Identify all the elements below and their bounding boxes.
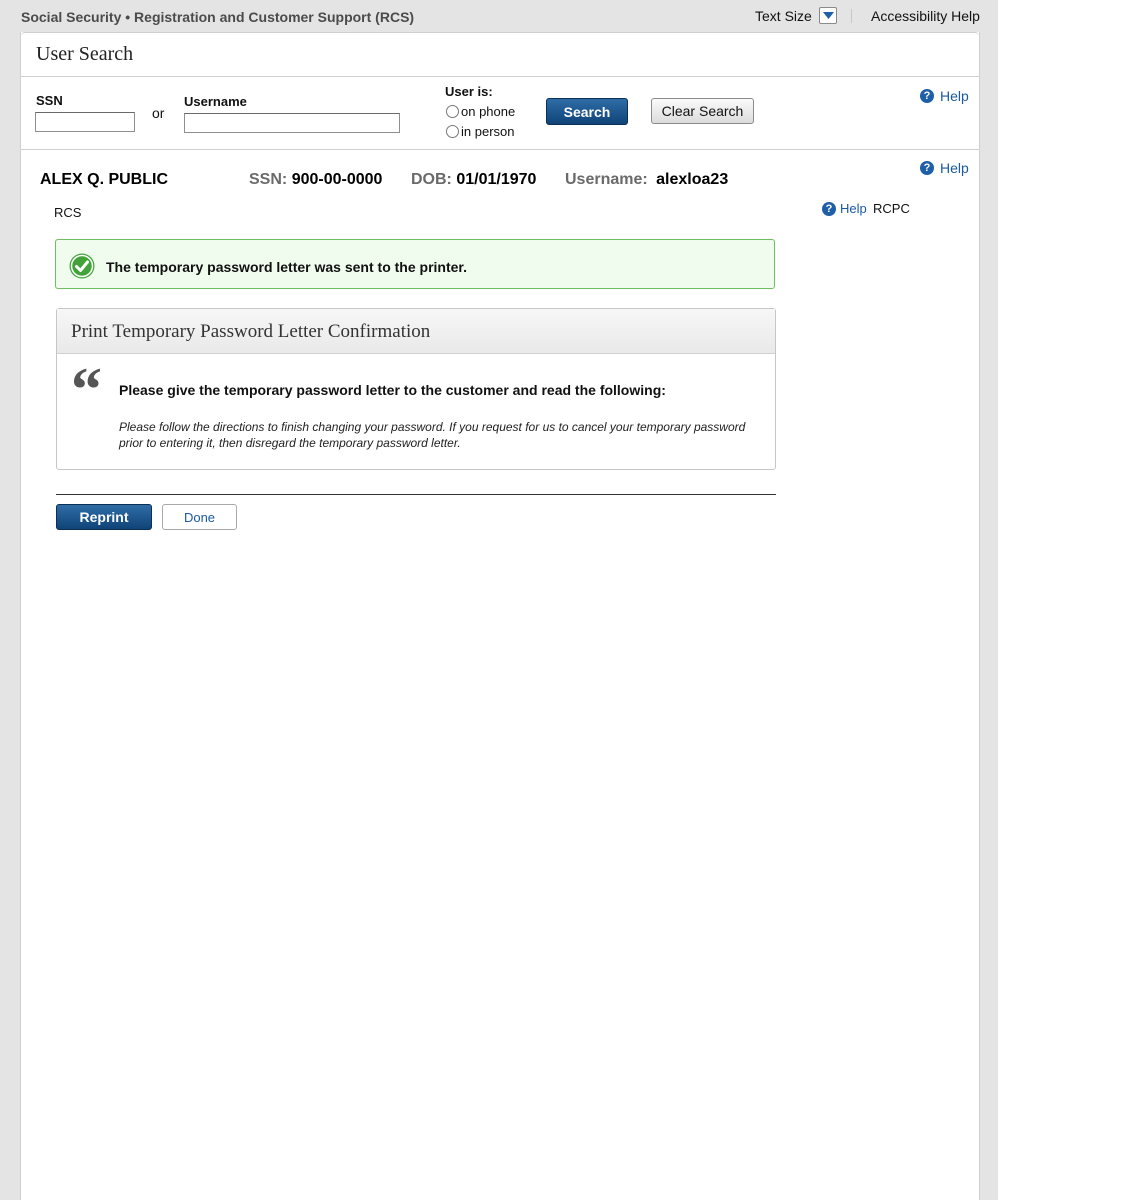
top-bar: Social Security • Registration and Custo… bbox=[0, 0, 998, 32]
customer-name: ALEX Q. PUBLIC bbox=[40, 171, 169, 188]
ssn-value: 900-00-0000 bbox=[291, 171, 383, 188]
dob-value: 01/01/1970 bbox=[456, 171, 537, 188]
ssn-input[interactable] bbox=[35, 112, 135, 132]
quote-icon: “ bbox=[71, 356, 102, 424]
username-input[interactable] bbox=[184, 113, 400, 133]
username-value: alexloa23 bbox=[656, 171, 729, 188]
help-icon: ? bbox=[920, 89, 934, 103]
ssn-key: SSN: bbox=[249, 171, 288, 188]
rcpc-help-label: Help bbox=[840, 201, 867, 216]
in-person-option[interactable]: in person bbox=[446, 124, 514, 139]
text-size-dropdown[interactable] bbox=[819, 7, 837, 24]
page-title: User Search bbox=[36, 43, 134, 65]
rcpc-label: RCPC bbox=[873, 201, 910, 216]
customer-dob: DOB: 01/01/1970 bbox=[411, 171, 536, 189]
user-is-label: User is: bbox=[445, 84, 493, 99]
confirmation-lead: Please give the temporary password lette… bbox=[119, 382, 666, 398]
ssn-label: SSN bbox=[36, 93, 63, 108]
actions-divider bbox=[56, 494, 776, 495]
chevron-down-icon bbox=[823, 12, 834, 19]
customer-help-label: Help bbox=[940, 160, 969, 176]
rcs-label: RCS bbox=[54, 205, 82, 220]
search-help-link[interactable]: ? Help bbox=[920, 88, 969, 104]
main-panel: User Search SSN or Username User is: on … bbox=[20, 32, 980, 1200]
help-icon: ? bbox=[822, 201, 836, 216]
on-phone-option[interactable]: on phone bbox=[446, 104, 515, 119]
dob-key: DOB: bbox=[411, 171, 452, 188]
page-chrome: Social Security • Registration and Custo… bbox=[0, 0, 998, 1200]
on-phone-radio[interactable] bbox=[446, 105, 459, 118]
username-key: Username: bbox=[565, 171, 648, 188]
search-help-label: Help bbox=[940, 88, 969, 104]
customer-username: Username: alexloa23 bbox=[565, 171, 728, 189]
on-phone-label: on phone bbox=[461, 104, 516, 119]
reprint-button[interactable]: Reprint bbox=[56, 504, 152, 530]
success-text: The temporary password letter was sent t… bbox=[106, 259, 467, 275]
clear-search-button[interactable]: Clear Search bbox=[651, 98, 754, 124]
rcpc-help-link[interactable]: ? Help bbox=[822, 201, 867, 216]
customer-ssn: SSN: 900-00-0000 bbox=[249, 171, 382, 189]
check-circle-icon bbox=[69, 253, 95, 279]
done-button[interactable]: Done bbox=[162, 504, 237, 530]
success-message: The temporary password letter was sent t… bbox=[55, 239, 775, 289]
text-size-label: Text Size bbox=[755, 8, 812, 24]
username-label: Username bbox=[184, 94, 247, 109]
app-title: Social Security • Registration and Custo… bbox=[21, 9, 415, 25]
confirmation-title: Print Temporary Password Letter Confirma… bbox=[71, 321, 431, 342]
in-person-label: in person bbox=[461, 124, 515, 139]
confirmation-header: Print Temporary Password Letter Confirma… bbox=[57, 309, 775, 354]
accessibility-help-link[interactable]: Accessibility Help bbox=[871, 8, 980, 24]
confirmation-card: Print Temporary Password Letter Confirma… bbox=[56, 308, 776, 470]
user-search-header: User Search bbox=[21, 32, 979, 77]
customer-help-link[interactable]: ? Help bbox=[920, 160, 969, 176]
help-icon: ? bbox=[920, 161, 934, 175]
confirmation-script: Please follow the directions to finish c… bbox=[119, 420, 746, 450]
in-person-radio[interactable] bbox=[446, 125, 459, 138]
search-button[interactable]: Search bbox=[546, 98, 628, 125]
or-label: or bbox=[152, 105, 165, 121]
user-search-form: SSN or Username User is: on phone in per… bbox=[21, 77, 979, 150]
top-bar-separator bbox=[851, 9, 852, 23]
